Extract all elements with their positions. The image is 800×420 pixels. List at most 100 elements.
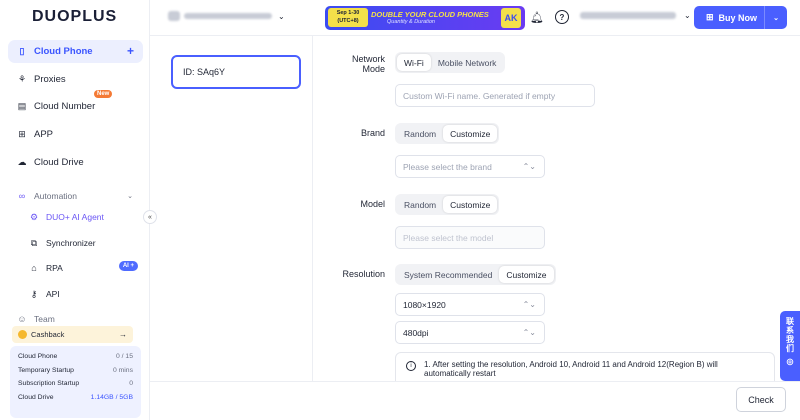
resolution-toggle[interactable]: System Recommended Customize (395, 264, 556, 285)
section-label: Automation (34, 191, 77, 201)
contact-char: 我 (786, 335, 794, 344)
label-line: Mode (362, 64, 385, 74)
api-icon: ⚷ (30, 288, 38, 299)
top-header: ⌄ Sep 1-30 (UTC+8) DOUBLE YOUR CLOUD PHO… (150, 0, 800, 36)
promo-badge: AK (501, 8, 521, 28)
footer-bar: Check (150, 381, 800, 420)
team-icon: ☺ (17, 314, 27, 324)
gift-icon: ⊞ (706, 12, 714, 22)
section-team[interactable]: ☺ Team (8, 313, 143, 325)
sync-icon: ⧉ (30, 237, 38, 248)
chevron-down-icon: ⌄ (684, 11, 691, 20)
sidebar-item-app[interactable]: ⊞ APP (8, 123, 143, 146)
help-icon[interactable]: ? (555, 10, 569, 24)
section-automation[interactable]: ∞ Automation ⌄ (8, 188, 143, 204)
network-mode-label: Network Mode (313, 54, 385, 74)
model-toggle[interactable]: Random Customize (395, 194, 500, 215)
dpi-select[interactable]: 480dpi ⌃⌄ (395, 321, 545, 344)
select-placeholder: Please select the brand (403, 161, 492, 172)
add-icon[interactable]: + (127, 44, 134, 58)
chevron-down-icon: ⌄ (127, 193, 133, 200)
usage-row: Subscription Startup 0 (18, 377, 133, 391)
arrow-right-icon: → (119, 330, 127, 339)
resolution-size-select[interactable]: 1080×1920 ⌃⌄ (395, 293, 545, 316)
usage-label: Temporary Startup (18, 366, 74, 374)
usage-value: 0 mins (112, 366, 133, 374)
usage-value: 0 (129, 380, 133, 388)
sidebar-item-ai-agent[interactable]: ⚙ DUO+ AI Agent (28, 208, 143, 226)
option-wifi[interactable]: Wi-Fi (397, 54, 431, 71)
sidebar-item-cloud-phone[interactable]: ▯ Cloud Phone + (8, 40, 143, 63)
cloud-icon: ☁ (17, 157, 27, 167)
option-random[interactable]: Random (397, 125, 443, 142)
cashback-link[interactable]: Cashback → (12, 326, 133, 343)
sidebar-item-label: Synchronizer (46, 238, 96, 248)
buy-now-label: Buy Now (718, 12, 758, 23)
option-random[interactable]: Random (397, 196, 443, 213)
bell-icon[interactable]: 🔔︎ (530, 10, 544, 24)
contact-us-tab[interactable]: 联 系 我 们 ◎ (780, 311, 800, 381)
workspace-selector[interactable]: ⌄ (168, 11, 285, 21)
workspace-name-redacted (184, 13, 272, 19)
proxy-icon: ⚘ (17, 74, 27, 84)
usage-label: Subscription Startup (18, 380, 80, 388)
resolution-note: i 1. After setting the resolution, Andro… (395, 352, 775, 381)
section-label: Team (34, 314, 55, 324)
sidebar-item-label: Cloud Phone (34, 46, 93, 57)
grid-icon: ⊞ (18, 129, 26, 139)
model-select[interactable]: Please select the model (395, 226, 545, 249)
contact-char: 系 (786, 326, 794, 335)
sidebar-item-rpa[interactable]: ⌂ RPA AI + (28, 259, 143, 277)
note-text: 1. After setting the resolution, Android… (424, 360, 718, 378)
sidebar-item-api[interactable]: ⚷ API (28, 285, 143, 303)
usage-panel: Cloud Phone 0 / 15 Temporary Startup 0 m… (10, 346, 141, 418)
phone-icon: ▯ (19, 46, 25, 56)
promo-date-text: Sep 1-30 (336, 10, 360, 16)
option-mobile-network[interactable]: Mobile Network (431, 54, 504, 71)
contact-char: 们 (786, 344, 794, 353)
chevron-down-icon[interactable]: ⌄ (765, 14, 787, 22)
promo-date-sub: (UTC+8) (337, 18, 359, 24)
new-badge: New (94, 90, 113, 98)
model-label: Model (360, 199, 385, 209)
usage-value: 0 / 15 (115, 353, 133, 361)
brand-select[interactable]: Please select the brand ⌃⌄ (395, 155, 545, 178)
sidebar-item-cloud-drive[interactable]: ☁ Cloud Drive (8, 151, 143, 174)
chevron-updown-icon: ⌃⌄ (522, 300, 536, 309)
promo-title: DOUBLE YOUR CLOUD PHONES (371, 10, 489, 19)
logo: DUOPLUS (32, 8, 118, 25)
promo-banner[interactable]: Sep 1-30 (UTC+8) DOUBLE YOUR CLOUD PHONE… (325, 6, 525, 30)
sidebar-item-cloud-number[interactable]: ▤ Cloud Number New (8, 90, 143, 118)
wifi-name-input[interactable]: Custom Wi-Fi name. Generated if empty (395, 84, 595, 107)
brand-label: Brand (360, 128, 385, 138)
sidebar-item-label: APP (34, 129, 54, 140)
sidebar-item-label: DUO+ AI Agent (46, 212, 104, 222)
workspace-avatar (168, 11, 180, 21)
chat-icon: ◎ (786, 357, 794, 366)
sidebar-item-label: RPA (46, 263, 63, 273)
promo-date: Sep 1-30 (UTC+8) (328, 8, 368, 27)
usage-label: Cloud Phone (18, 353, 58, 361)
number-icon: ▤ (17, 101, 27, 111)
coin-icon (18, 330, 27, 339)
network-mode-toggle[interactable]: Wi-Fi Mobile Network (395, 52, 506, 73)
buy-now-button[interactable]: ⊞ Buy Now ⌄ (694, 6, 787, 29)
option-customize[interactable]: Customize (443, 125, 498, 142)
usage-row: Cloud Phone 0 / 15 (18, 350, 133, 364)
usage-row: Temporary Startup 0 mins (18, 364, 133, 378)
option-customize[interactable]: Customize (499, 266, 554, 283)
brand-toggle[interactable]: Random Customize (395, 123, 500, 144)
promo-subtitle: Quantity & Duration (387, 19, 435, 25)
account-menu[interactable]: ⌄ (580, 11, 691, 20)
usage-row: Cloud Drive 1.14GB / 5GB (18, 391, 133, 405)
sidebar-item-synchronizer[interactable]: ⧉ Synchronizer (28, 234, 143, 252)
account-name-redacted (580, 12, 676, 19)
check-button[interactable]: Check (736, 387, 786, 412)
option-customize[interactable]: Customize (443, 196, 498, 213)
option-system-recommended[interactable]: System Recommended (397, 266, 499, 283)
buy-now-main[interactable]: ⊞ Buy Now (694, 12, 764, 23)
sidebar-item-label: Cloud Drive (34, 157, 84, 168)
chevron-updown-icon: ⌃⌄ (522, 162, 536, 171)
device-card[interactable]: ID: SAq6Y (171, 55, 301, 89)
sidebar-item-proxies[interactable]: ⚘ Proxies (8, 68, 143, 91)
